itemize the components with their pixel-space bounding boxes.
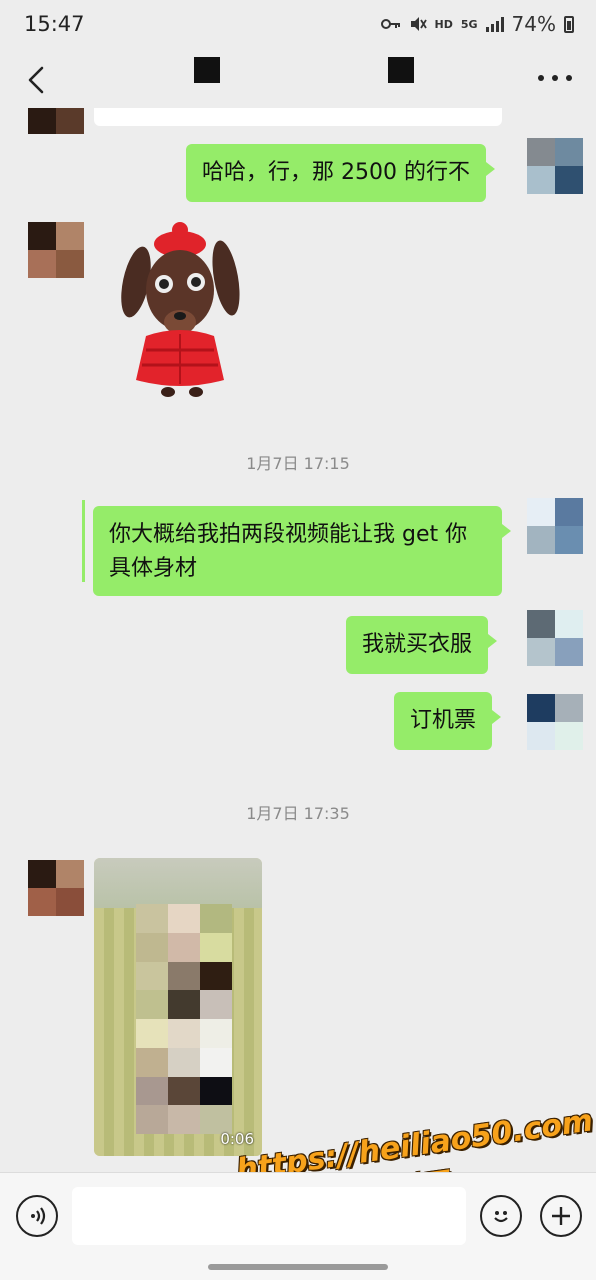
key-icon	[380, 19, 400, 29]
contact-avatar[interactable]	[28, 222, 84, 278]
plus-button[interactable]	[540, 1195, 582, 1237]
more-button[interactable]	[538, 66, 572, 90]
emoji-icon	[494, 1211, 508, 1223]
dot	[552, 75, 558, 81]
mute-icon	[410, 17, 427, 31]
sent-message[interactable]: 我就买衣服	[346, 616, 498, 674]
voice-button[interactable]	[16, 1195, 58, 1237]
dot	[538, 75, 544, 81]
plus-icon	[552, 1207, 570, 1225]
my-avatar[interactable]	[527, 694, 583, 750]
timestamp: 1月7日 17:15	[246, 454, 350, 473]
sent-message[interactable]: 你大概给我拍两段视频能让我 get 你具体身材	[93, 506, 511, 596]
hd-label: HD	[434, 17, 453, 31]
back-button[interactable]	[20, 60, 56, 100]
timestamp: 1月7日 17:35	[246, 804, 350, 823]
video-message[interactable]: 0:06	[94, 858, 262, 1156]
my-avatar[interactable]	[527, 138, 583, 194]
emoji-button[interactable]	[480, 1195, 522, 1237]
contact-avatar[interactable]	[28, 108, 84, 134]
chevron-left-icon	[28, 66, 44, 94]
status-icons: HD 5G 74%	[380, 12, 574, 36]
my-avatar[interactable]	[527, 498, 583, 554]
voice-icon	[31, 1207, 46, 1225]
dog-sticker[interactable]	[116, 220, 256, 402]
redacted-title-right	[388, 57, 414, 83]
received-message-clipped[interactable]	[94, 108, 502, 126]
signal-icon	[485, 16, 504, 32]
status-bar: 15:47 HD 5G 74%	[0, 0, 596, 52]
quote-bar	[82, 500, 85, 582]
video-duration: 0:06	[220, 1130, 254, 1148]
status-time: 15:47	[24, 12, 85, 36]
redacted-title-left	[194, 57, 220, 83]
sent-message[interactable]: 哈哈，行，那 2500 的行不	[186, 144, 495, 202]
video-top	[94, 858, 262, 908]
sent-message[interactable]: 订机票	[394, 692, 502, 750]
home-indicator[interactable]	[208, 1264, 388, 1270]
message-list[interactable]: 哈哈，行，那 2500 的行不 1月7日 17:15 你大概给我拍两段视频能让我…	[0, 108, 596, 1172]
message-input[interactable]	[72, 1187, 466, 1245]
contact-avatar[interactable]	[28, 860, 84, 916]
pixelated-area	[136, 904, 232, 1134]
network-label: 5G	[460, 17, 478, 31]
my-avatar[interactable]	[527, 610, 583, 666]
chat-header	[0, 52, 596, 108]
battery-icon	[564, 15, 574, 33]
dot	[566, 75, 572, 81]
battery-percent: 74%	[511, 12, 556, 36]
